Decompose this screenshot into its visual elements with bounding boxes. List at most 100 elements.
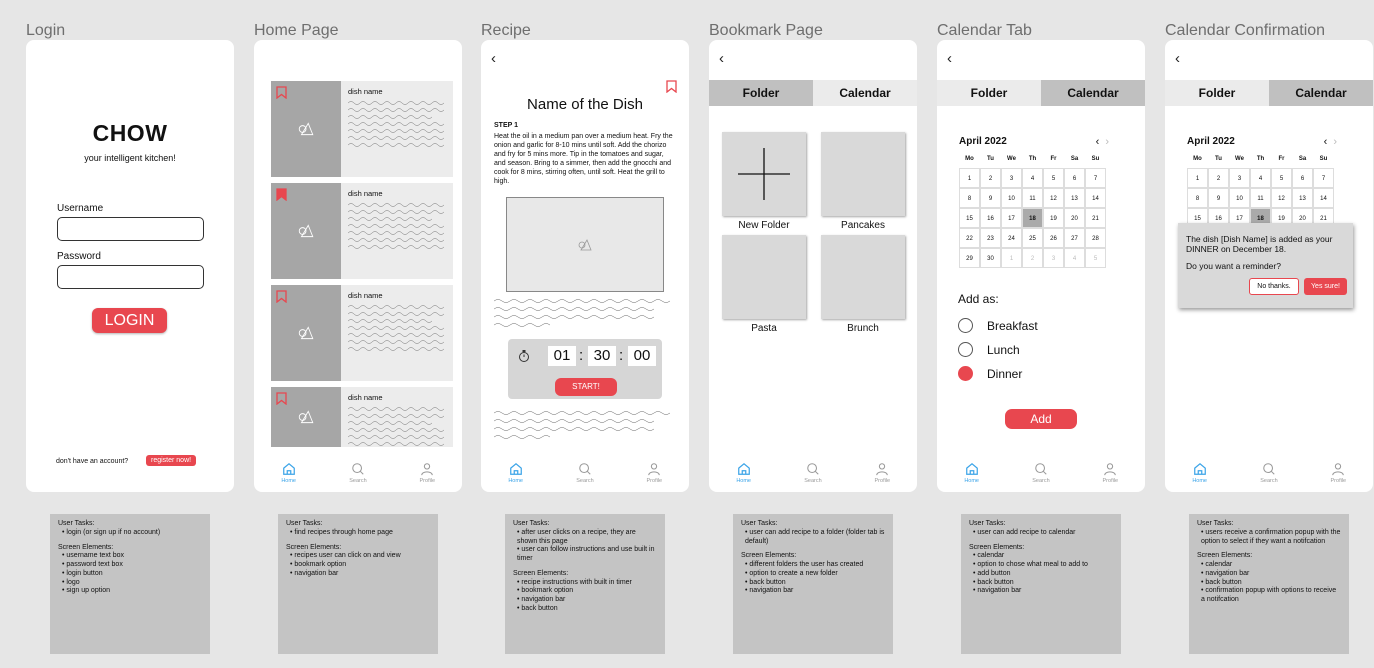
calendar-day[interactable]: 11 bbox=[1250, 188, 1271, 208]
calendar-day[interactable]: 14 bbox=[1085, 188, 1106, 208]
meal-option-dinner[interactable]: Dinner bbox=[958, 366, 1022, 381]
bookmark-icon[interactable] bbox=[276, 392, 287, 405]
bookmark-icon[interactable] bbox=[276, 290, 287, 303]
bookmark-icon[interactable] bbox=[276, 86, 287, 99]
folder-tile[interactable] bbox=[722, 235, 806, 319]
nav-search[interactable]: Search bbox=[565, 462, 605, 484]
meal-option-breakfast[interactable]: Breakfast bbox=[958, 318, 1038, 333]
calendar-day[interactable]: 2 bbox=[1208, 168, 1229, 188]
nav-home[interactable]: Home bbox=[496, 462, 536, 484]
nav-profile[interactable]: Profile bbox=[1318, 462, 1358, 484]
calendar-day[interactable]: 3 bbox=[1229, 168, 1250, 188]
back-button[interactable]: ‹ bbox=[719, 50, 724, 67]
folder-tile[interactable] bbox=[821, 235, 905, 319]
calendar-day[interactable]: 2 bbox=[1022, 248, 1043, 268]
folder-tile[interactable] bbox=[821, 132, 905, 216]
calendar-day[interactable]: 1 bbox=[1187, 168, 1208, 188]
chevron-right-icon[interactable]: › bbox=[1333, 136, 1337, 148]
tab-calendar[interactable]: Calendar bbox=[1269, 80, 1373, 106]
nav-search[interactable]: Search bbox=[793, 462, 833, 484]
tab-calendar[interactable]: Calendar bbox=[813, 80, 917, 106]
calendar-day[interactable]: 7 bbox=[1313, 168, 1334, 188]
calendar-day[interactable]: 22 bbox=[959, 228, 980, 248]
calendar-day[interactable]: 10 bbox=[1001, 188, 1022, 208]
calendar-day[interactable]: 10 bbox=[1229, 188, 1250, 208]
calendar-day[interactable]: 6 bbox=[1064, 168, 1085, 188]
calendar-day[interactable]: 4 bbox=[1022, 168, 1043, 188]
nav-search[interactable]: Search bbox=[1249, 462, 1289, 484]
calendar-day[interactable]: 5 bbox=[1085, 248, 1106, 268]
calendar-day[interactable]: 8 bbox=[959, 188, 980, 208]
nav-profile[interactable]: Profile bbox=[407, 462, 447, 484]
timer-minutes[interactable]: 30 bbox=[588, 346, 616, 366]
calendar-day[interactable]: 4 bbox=[1250, 168, 1271, 188]
calendar-day[interactable]: 13 bbox=[1292, 188, 1313, 208]
meal-option-lunch[interactable]: Lunch bbox=[958, 342, 1020, 357]
nav-search[interactable]: Search bbox=[338, 462, 378, 484]
calendar-day[interactable]: 27 bbox=[1064, 228, 1085, 248]
calendar-day[interactable]: 1 bbox=[959, 168, 980, 188]
bookmark-icon[interactable] bbox=[666, 80, 677, 93]
bookmark-icon[interactable] bbox=[276, 188, 287, 201]
recipe-card[interactable]: dish name bbox=[271, 81, 453, 177]
calendar-day[interactable]: 5 bbox=[1271, 168, 1292, 188]
calendar-day[interactable]: 15 bbox=[959, 208, 980, 228]
calendar-day[interactable]: 6 bbox=[1292, 168, 1313, 188]
nav-profile[interactable]: Profile bbox=[634, 462, 674, 484]
calendar-day[interactable]: 21 bbox=[1085, 208, 1106, 228]
password-input[interactable] bbox=[57, 265, 204, 289]
timer-seconds[interactable]: 00 bbox=[628, 346, 656, 366]
nav-home[interactable]: Home bbox=[724, 462, 764, 484]
register-button[interactable]: register now! bbox=[146, 455, 197, 466]
yes-sure-button[interactable]: Yes sure! bbox=[1304, 278, 1347, 295]
calendar-day[interactable]: 9 bbox=[980, 188, 1001, 208]
calendar-day[interactable]: 24 bbox=[1001, 228, 1022, 248]
calendar-day[interactable]: 8 bbox=[1187, 188, 1208, 208]
nav-profile[interactable]: Profile bbox=[862, 462, 902, 484]
calendar-day[interactable]: 11 bbox=[1022, 188, 1043, 208]
calendar-day[interactable]: 28 bbox=[1085, 228, 1106, 248]
tab-folder[interactable]: Folder bbox=[709, 80, 813, 106]
calendar-day[interactable]: 14 bbox=[1313, 188, 1334, 208]
chevron-left-icon[interactable]: ‹ bbox=[1324, 136, 1328, 148]
calendar-day[interactable]: 20 bbox=[1064, 208, 1085, 228]
tab-folder[interactable]: Folder bbox=[1165, 80, 1269, 106]
back-button[interactable]: ‹ bbox=[491, 50, 496, 67]
calendar-day[interactable]: 13 bbox=[1064, 188, 1085, 208]
calendar-day[interactable]: 29 bbox=[959, 248, 980, 268]
recipe-card[interactable]: dish name bbox=[271, 183, 453, 279]
chevron-left-icon[interactable]: ‹ bbox=[1096, 136, 1100, 148]
back-button[interactable]: ‹ bbox=[1175, 50, 1180, 67]
nav-profile[interactable]: Profile bbox=[1090, 462, 1130, 484]
calendar-day[interactable]: 23 bbox=[980, 228, 1001, 248]
add-button[interactable]: Add bbox=[1005, 409, 1077, 429]
no-thanks-button[interactable]: No thanks. bbox=[1249, 278, 1299, 295]
calendar-day[interactable]: 7 bbox=[1085, 168, 1106, 188]
calendar-day[interactable]: 4 bbox=[1064, 248, 1085, 268]
back-button[interactable]: ‹ bbox=[947, 50, 952, 67]
nav-home[interactable]: Home bbox=[269, 462, 309, 484]
nav-home[interactable]: Home bbox=[1180, 462, 1220, 484]
calendar-day[interactable]: 17 bbox=[1001, 208, 1022, 228]
start-timer-button[interactable]: START! bbox=[555, 378, 617, 396]
calendar-day[interactable]: 25 bbox=[1022, 228, 1043, 248]
tab-folder[interactable]: Folder bbox=[937, 80, 1041, 106]
calendar-day[interactable]: 1 bbox=[1001, 248, 1022, 268]
calendar-day[interactable]: 3 bbox=[1001, 168, 1022, 188]
nav-search[interactable]: Search bbox=[1021, 462, 1061, 484]
calendar-day[interactable]: 30 bbox=[980, 248, 1001, 268]
chevron-right-icon[interactable]: › bbox=[1105, 136, 1109, 148]
calendar-day[interactable]: 2 bbox=[980, 168, 1001, 188]
calendar-day[interactable]: 18 bbox=[1022, 208, 1043, 228]
new-folder-tile[interactable] bbox=[722, 132, 806, 216]
username-input[interactable] bbox=[57, 217, 204, 241]
calendar-day[interactable]: 26 bbox=[1043, 228, 1064, 248]
nav-home[interactable]: Home bbox=[952, 462, 992, 484]
timer-hours[interactable]: 01 bbox=[548, 346, 576, 366]
calendar-day[interactable]: 3 bbox=[1043, 248, 1064, 268]
calendar-day[interactable]: 19 bbox=[1043, 208, 1064, 228]
calendar-day[interactable]: 9 bbox=[1208, 188, 1229, 208]
login-button[interactable]: LOGIN bbox=[92, 308, 167, 333]
recipe-card[interactable]: dish name bbox=[271, 285, 453, 381]
tab-calendar[interactable]: Calendar bbox=[1041, 80, 1145, 106]
